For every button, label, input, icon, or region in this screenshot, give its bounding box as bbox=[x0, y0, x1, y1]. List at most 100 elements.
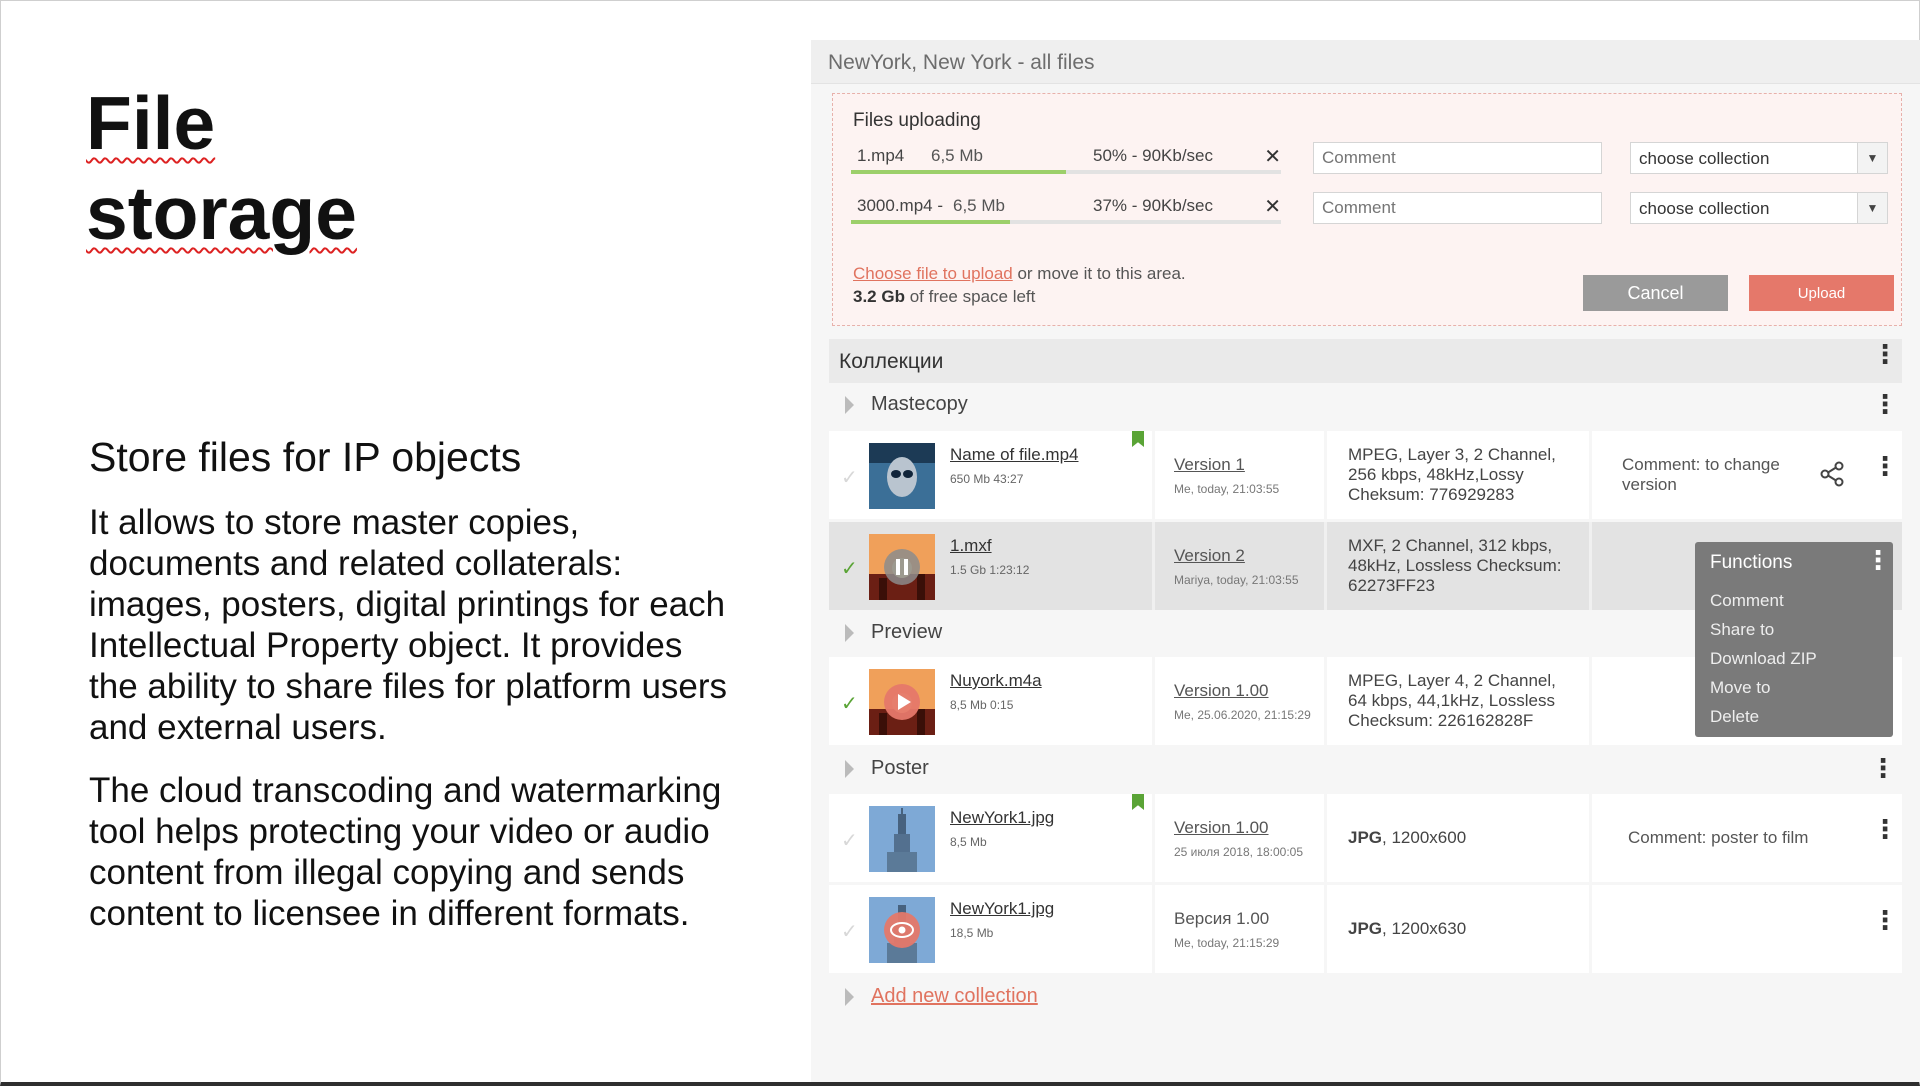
version-link[interactable]: Version 1 bbox=[1174, 455, 1245, 475]
file-thumbnail bbox=[869, 443, 935, 509]
upload-progress-bar bbox=[851, 170, 1281, 174]
collection-select[interactable]: choose collection ▼ bbox=[1630, 142, 1888, 174]
menu-item-comment[interactable]: Comment bbox=[1710, 591, 1784, 611]
collections-title: Коллекции bbox=[839, 350, 944, 373]
file-name-link[interactable]: Nuyork.m4a bbox=[950, 671, 1042, 691]
more-vert-icon[interactable]: ⋮ bbox=[1872, 453, 1898, 479]
check-icon[interactable]: ✓ bbox=[841, 919, 858, 944]
menu-item-download-zip[interactable]: Download ZIP bbox=[1710, 649, 1817, 669]
upload-progress-fill bbox=[851, 220, 1011, 224]
more-vert-icon[interactable]: ⋮ bbox=[1870, 755, 1896, 781]
version-meta: 25 июля 2018, 18:00:05 bbox=[1174, 845, 1304, 859]
chevron-right-icon bbox=[845, 988, 854, 1006]
file-row[interactable]: ✓ NewYork1.jpg 18,5 Mb Версия 1.00 Me, t… bbox=[829, 885, 1902, 973]
tech-info: JPG, 1200x630 bbox=[1348, 919, 1578, 939]
comment-input[interactable] bbox=[1313, 192, 1602, 224]
version-cell bbox=[1155, 657, 1327, 745]
more-vert-icon[interactable]: ⋮ bbox=[1872, 816, 1898, 842]
tech-info: JPG, 1200x600 bbox=[1348, 828, 1578, 848]
file-row[interactable]: ✓ NewYork1.jpg 8,5 Mb Version 1.00 25 ию… bbox=[829, 794, 1902, 882]
version-cell bbox=[1155, 431, 1327, 519]
choose-file-text: Choose file to upload or move it to this… bbox=[853, 264, 1186, 284]
free-space-amount: 3.2 Gb bbox=[853, 287, 905, 306]
version-meta: Me, today, 21:15:29 bbox=[1174, 936, 1280, 950]
subtitle: Store files for IP objects bbox=[89, 434, 522, 480]
check-icon[interactable]: ✓ bbox=[841, 828, 858, 853]
chevron-down-icon: ▼ bbox=[1857, 143, 1887, 173]
add-collection-link[interactable]: Add new collection bbox=[871, 985, 1038, 1008]
chevron-right-icon[interactable] bbox=[845, 760, 854, 778]
chevron-right-icon[interactable] bbox=[845, 396, 854, 414]
collection-group-poster[interactable]: Poster ⋮ bbox=[829, 749, 1902, 787]
eye-icon[interactable] bbox=[884, 912, 920, 948]
file-meta: 18,5 Mb bbox=[950, 926, 994, 940]
upload-progress-text: 50% - 90Kb/sec bbox=[1092, 146, 1213, 165]
version-meta: Mariya, today, 21:03:55 bbox=[1174, 573, 1299, 587]
choose-file-hint: or move it to this area. bbox=[1012, 264, 1186, 283]
version-link[interactable]: Version 1.00 bbox=[1174, 818, 1269, 838]
file-name-link[interactable]: 1.mxf bbox=[950, 536, 992, 556]
version-cell bbox=[1155, 522, 1327, 610]
file-name-link[interactable]: NewYork1.jpg bbox=[950, 899, 1054, 919]
close-icon[interactable]: ✕ bbox=[1264, 144, 1281, 169]
share-icon[interactable] bbox=[1819, 461, 1845, 487]
check-icon[interactable]: ✓ bbox=[841, 691, 858, 716]
menu-item-delete[interactable]: Delete bbox=[1710, 707, 1759, 727]
menu-item-move[interactable]: Move to bbox=[1710, 678, 1770, 698]
check-icon[interactable]: ✓ bbox=[841, 556, 858, 581]
file-name-link[interactable]: NewYork1.jpg bbox=[950, 808, 1054, 828]
file-thumbnail bbox=[869, 897, 935, 963]
pause-icon[interactable] bbox=[884, 549, 920, 585]
play-icon[interactable] bbox=[884, 684, 920, 720]
upload-file-size: 6,5 Mb bbox=[953, 196, 1005, 215]
collection-group-label: Poster bbox=[871, 757, 929, 779]
free-space-text: 3.2 Gb of free space left bbox=[853, 287, 1035, 307]
close-icon[interactable]: ✕ bbox=[1264, 194, 1281, 219]
choose-file-link[interactable]: Choose file to upload bbox=[853, 264, 1013, 283]
upload-file-size: 6,5 Mb bbox=[931, 146, 983, 165]
version-meta: Me, today, 21:03:55 bbox=[1174, 482, 1280, 496]
collection-group-label: Preview bbox=[871, 621, 943, 643]
more-vert-icon[interactable]: ⋮ bbox=[1872, 907, 1898, 933]
title-line-1: File bbox=[86, 81, 216, 165]
more-vert-icon[interactable]: ⋮ bbox=[1872, 391, 1898, 417]
menu-item-share[interactable]: Share to bbox=[1710, 620, 1774, 640]
file-comment: Comment: poster to film bbox=[1628, 828, 1809, 847]
comment-input[interactable] bbox=[1313, 142, 1602, 174]
more-vert-icon[interactable]: ⋮ bbox=[1865, 547, 1891, 573]
collection-group-mastecopy[interactable]: Mastecopy ⋮ bbox=[829, 385, 1902, 423]
check-icon[interactable]: ✓ bbox=[841, 465, 858, 490]
add-collection-row[interactable]: Add new collection bbox=[829, 977, 1902, 1015]
collections-header: Коллекции ⋮ bbox=[829, 339, 1902, 383]
version-cell bbox=[1155, 885, 1327, 973]
collection-select[interactable]: choose collection ▼ bbox=[1630, 192, 1888, 224]
file-thumbnail bbox=[869, 806, 935, 872]
file-row[interactable]: ✓ Name of file.mp4 650 Mb 43:27 Version … bbox=[829, 431, 1902, 519]
version-label: Версия 1.00 bbox=[1174, 909, 1270, 928]
version-cell bbox=[1155, 794, 1327, 882]
tech-format: JPG bbox=[1348, 919, 1383, 938]
file-name-link[interactable]: Name of file.mp4 bbox=[950, 445, 1079, 465]
page-title: File storage bbox=[86, 78, 357, 258]
upload-file-name: 1.mp4 bbox=[857, 146, 905, 165]
file-meta: 1.5 Gb 1:23:12 bbox=[950, 563, 1030, 577]
upload-progress-bar bbox=[851, 220, 1281, 224]
cancel-button[interactable]: Cancel bbox=[1583, 275, 1728, 311]
upload-button[interactable]: Upload bbox=[1749, 275, 1894, 311]
upload-progress-text: 37% - 90Kb/sec bbox=[1092, 196, 1213, 215]
chevron-right-icon[interactable] bbox=[845, 624, 854, 642]
tech-info: MPEG, Layer 3, 2 Channel, 256 kbps, 48kH… bbox=[1348, 445, 1556, 504]
tech-dimensions: , 1200x630 bbox=[1382, 919, 1467, 938]
version-link[interactable]: Version 1.00 bbox=[1174, 681, 1269, 701]
tech-dimensions: , 1200x600 bbox=[1382, 828, 1467, 847]
upload-file-row: 3000.mp4 - 6,5 Mb 37% - 90Kb/sec ✕ bbox=[851, 196, 1281, 226]
functions-menu-title: Functions bbox=[1710, 552, 1793, 573]
upload-progress-fill bbox=[851, 170, 1066, 174]
upload-file-name: 3000.mp4 - bbox=[857, 196, 943, 215]
upload-dropzone[interactable]: Files uploading 1.mp4 6,5 Mb 50% - 90Kb/… bbox=[832, 93, 1902, 326]
file-thumbnail bbox=[869, 534, 935, 600]
description-paragraph-1: It allows to store master copies, docume… bbox=[89, 503, 728, 747]
file-comment: Comment: to change version bbox=[1622, 455, 1780, 494]
more-vert-icon[interactable]: ⋮ bbox=[1872, 341, 1898, 367]
version-link[interactable]: Version 2 bbox=[1174, 546, 1245, 566]
